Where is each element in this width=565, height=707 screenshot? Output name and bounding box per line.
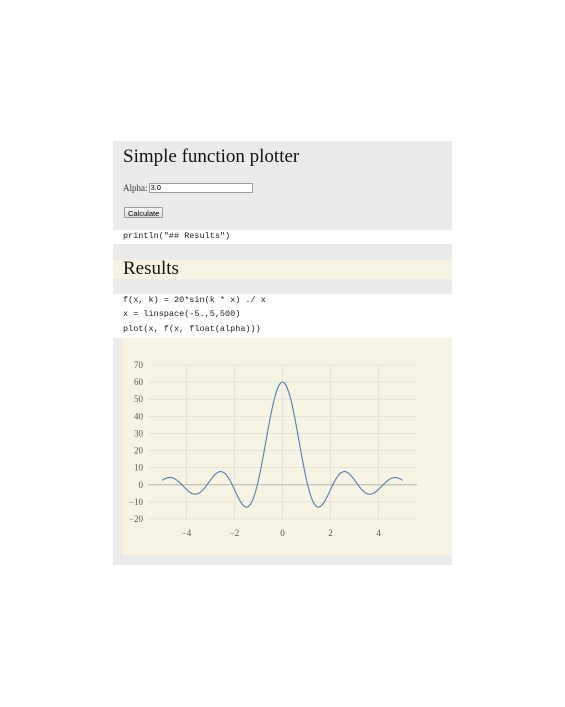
calculate-button[interactable]: Calculate [124, 207, 164, 218]
x-tick-label: 2 [328, 528, 333, 538]
line-chart: −4 −2 0 2 4706050403020100−10−20 [129, 360, 417, 538]
alpha-field-row: Alpha: 3.0 [123, 181, 253, 195]
input-cell: Simple function plotter Alpha: 3.0 Calcu… [113, 141, 452, 230]
page-title: Simple function plotter [123, 146, 300, 167]
y-tick-label: 70 [134, 360, 144, 370]
x-tick-label: −2 [230, 528, 240, 538]
y-tick-label: 30 [134, 428, 144, 438]
code-line: println("## Results") [123, 231, 231, 241]
y-tick-label: −20 [129, 514, 144, 524]
code-line: plot(x, f(x, float(alpha))) [123, 324, 261, 334]
code-block-plot: f(x, k) = 20*sin(k * x) ./ x x = linspac… [113, 294, 452, 338]
results-heading-band: Results [113, 258, 452, 279]
code-line: x = linspace(-5.,5,500) [123, 309, 241, 319]
results-title: Results [123, 258, 179, 279]
y-tick-label: 40 [134, 411, 144, 421]
plot-area: −4 −2 0 2 4 70 60 50 40 30 20 10 0 −10 −20 [122, 338, 452, 555]
x-tick-label: −4 [182, 528, 192, 538]
alpha-label: Alpha: [123, 183, 148, 193]
y-tick-label: 10 [134, 463, 144, 473]
x-tick-label: 4 [376, 528, 381, 538]
notebook: Simple function plotter Alpha: 3.0 Calcu… [113, 141, 452, 565]
alpha-input[interactable]: 3.0 [148, 183, 253, 193]
y-tick-label: 0 [139, 480, 144, 490]
y-tick-label: 50 [134, 394, 144, 404]
y-tick-label: 60 [134, 377, 144, 387]
y-tick-label: 20 [134, 446, 144, 456]
code-block-println: println("## Results") [113, 230, 452, 244]
code-line: f(x, k) = 20*sin(k * x) ./ x [123, 295, 266, 305]
x-tick-label: 0 [280, 528, 285, 538]
y-tick-label: −10 [129, 497, 144, 507]
